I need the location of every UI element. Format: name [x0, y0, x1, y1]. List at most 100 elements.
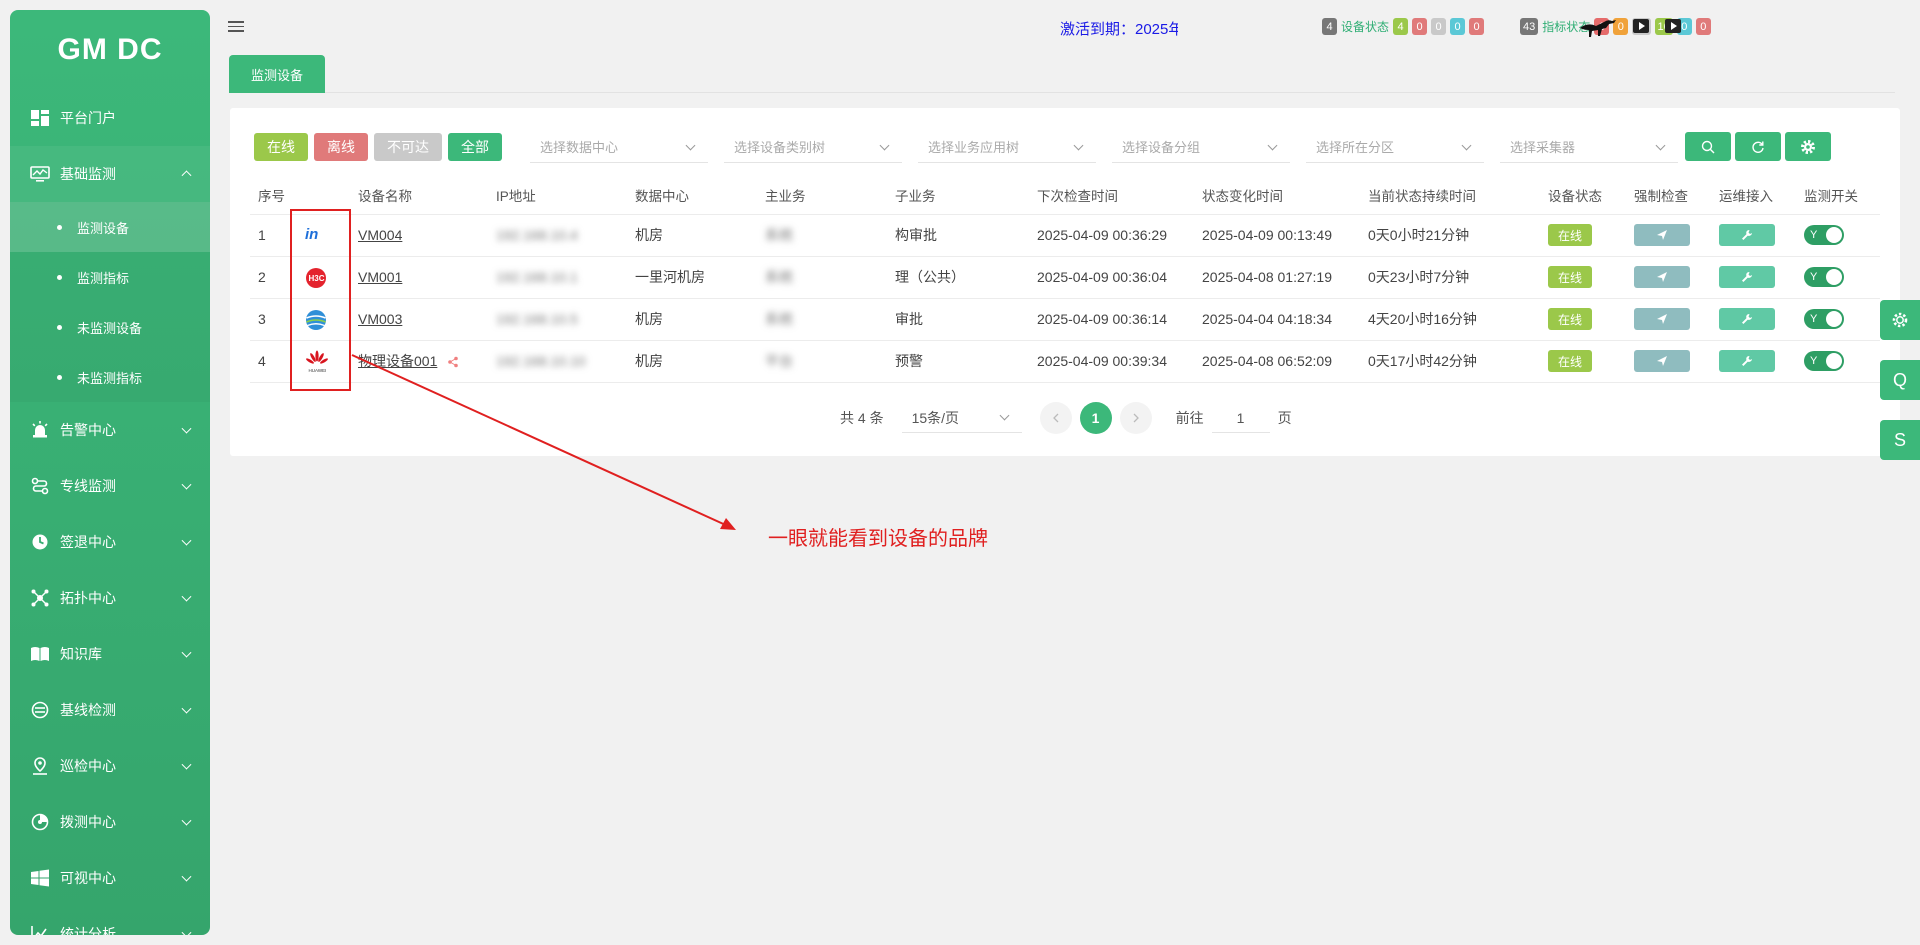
device-name-link[interactable]: VM001 — [358, 269, 402, 285]
ops-access-button[interactable] — [1719, 308, 1775, 330]
video-icon[interactable] — [1633, 19, 1649, 33]
dinosaur-logo-icon[interactable] — [1578, 16, 1618, 38]
status-duration: 0天23小时7分钟 — [1360, 256, 1540, 299]
sidebar-item-statistics[interactable]: 统计分析 — [10, 906, 210, 935]
column-header: IP地址 — [488, 176, 627, 215]
filter-unreachable-button[interactable]: 不可达 — [374, 133, 442, 161]
search-icon — [1701, 140, 1715, 153]
sidebar-subitem-monitored-devices[interactable]: 监测设备 — [10, 202, 210, 252]
tab-monitored-devices[interactable]: 监测设备 — [229, 55, 325, 93]
bullet-icon — [57, 324, 62, 330]
sidebar-item-dial[interactable]: 拨测中心 — [10, 794, 210, 850]
ops-access-button[interactable] — [1719, 224, 1775, 246]
refresh-button[interactable] — [1735, 132, 1781, 161]
sidebar-item-topology[interactable]: 拓扑中心 — [10, 570, 210, 626]
column-header: 当前状态持续时间 — [1360, 176, 1540, 215]
goto-page-input[interactable]: 1 — [1211, 403, 1270, 433]
filter-online-button[interactable]: 在线 — [254, 133, 308, 161]
sidebar-item-label: 告警中心 — [60, 422, 116, 438]
chevron-down-icon — [879, 140, 890, 151]
force-check-button[interactable] — [1634, 266, 1690, 288]
sidebar-item-inspection[interactable]: 巡检中心 — [10, 738, 210, 794]
partition-select[interactable]: 选择所在分区 — [1306, 131, 1484, 163]
status-badge: 在线 — [1548, 266, 1592, 288]
top-bar: 激活到期：2025年 4 设备状态 4 0 0 0 0 43 指标状态 6 0 … — [210, 0, 1920, 55]
business-app-select[interactable]: 选择业务应用树 — [918, 131, 1096, 163]
next-page-button[interactable] — [1119, 402, 1152, 434]
metric-count-6: 0 — [1695, 18, 1711, 35]
filter-all-button[interactable]: 全部 — [448, 133, 502, 161]
device-group-select[interactable]: 选择设备分组 — [1112, 131, 1290, 163]
chevron-down-icon — [181, 647, 192, 658]
video-icon[interactable] — [1665, 19, 1681, 33]
monitor-switch-toggle[interactable]: Y — [1804, 309, 1844, 329]
page-number-button[interactable]: 1 — [1079, 402, 1112, 434]
location-icon — [30, 756, 50, 776]
status-change-time: 2025-04-09 00:13:49 — [1194, 214, 1360, 257]
metric-total-badge: 43 — [1520, 18, 1539, 35]
sidebar-item-portal[interactable]: 平台门户 — [10, 90, 210, 146]
sidebar-subitem-unmonitored-metrics[interactable]: 未监测指标 — [10, 352, 210, 402]
device-name-link[interactable]: VM004 — [358, 227, 402, 243]
device-panel: 在线 离线 不可达 全部 选择数据中心 选择设备类别树 选择业务应用树 选择设备… — [230, 108, 1900, 456]
force-check-button[interactable] — [1634, 350, 1690, 372]
datacenter: 机房 — [627, 340, 757, 383]
column-header: 主业务 — [757, 176, 887, 215]
sidebar-item-visual[interactable]: 可视中心 — [10, 850, 210, 906]
toggle-label: Y — [1810, 271, 1818, 283]
table-row: 3 VM003 192.168.10.5 机房 系统 审批 2025-04-09… — [250, 298, 1880, 341]
ops-access-button[interactable] — [1719, 350, 1775, 372]
datacenter-select[interactable]: 选择数据中心 — [530, 131, 708, 163]
status-change-time: 2025-04-08 01:27:19 — [1194, 256, 1360, 299]
sidebar-item-basic-monitor[interactable]: 基础监测 — [10, 146, 210, 202]
sidebar-item-line-monitor[interactable]: 专线监测 — [10, 458, 210, 514]
page-size-select[interactable]: 15条/页 — [901, 403, 1022, 433]
device-count-unreachable: 0 — [1431, 18, 1447, 35]
device-name-link[interactable]: VM003 — [358, 311, 402, 327]
ip-address: 192.168.10.4 — [496, 227, 578, 243]
main-business: 平台 — [765, 353, 793, 369]
monitor-switch-toggle[interactable]: Y — [1804, 225, 1844, 245]
sidebar: GM DC 平台门户 基础监测 监测设备 监测指标 未监测设备 未监测指标 告警… — [10, 10, 210, 935]
floating-settings-button[interactable] — [1880, 300, 1920, 340]
chart-icon — [30, 924, 50, 935]
prev-page-button[interactable] — [1039, 402, 1072, 434]
collector-select[interactable]: 选择采集器 — [1500, 131, 1678, 163]
annotation-highlight-box — [290, 209, 351, 391]
sidebar-subitem-monitored-metrics[interactable]: 监测指标 — [10, 252, 210, 302]
force-check-button[interactable] — [1634, 308, 1690, 330]
sidebar-item-knowledge[interactable]: 知识库 — [10, 626, 210, 682]
device-name-link[interactable]: 物理设备001 — [358, 353, 437, 369]
search-button[interactable] — [1685, 132, 1731, 161]
sidebar-item-signout[interactable]: 签退中心 — [10, 514, 210, 570]
monitor-switch-toggle[interactable]: Y — [1804, 351, 1844, 371]
gear-icon — [1892, 312, 1908, 328]
monitor-switch-toggle[interactable]: Y — [1804, 267, 1844, 287]
floating-s-button[interactable]: S — [1880, 420, 1920, 460]
book-icon — [30, 644, 50, 664]
sidebar-item-baseline[interactable]: 基线检测 — [10, 682, 210, 738]
settings-button[interactable] — [1785, 132, 1831, 161]
ops-access-button[interactable] — [1719, 266, 1775, 288]
device-category-select[interactable]: 选择设备类别树 — [724, 131, 902, 163]
share-icon[interactable] — [447, 356, 459, 368]
goto-label: 前往 — [1175, 410, 1204, 426]
status-duration: 0天17小时42分钟 — [1360, 340, 1540, 383]
sidebar-subitem-unmonitored-devices[interactable]: 未监测设备 — [10, 302, 210, 352]
route-icon — [30, 476, 50, 496]
wrench-icon — [1742, 356, 1752, 366]
datacenter: 机房 — [627, 298, 757, 341]
device-status-summary[interactable]: 4 设备状态 4 0 0 0 0 — [1322, 18, 1488, 35]
sidebar-item-alarm[interactable]: 告警中心 — [10, 402, 210, 458]
toggle-label: Y — [1810, 313, 1818, 325]
send-icon — [1657, 230, 1667, 240]
filter-offline-button[interactable]: 离线 — [314, 133, 368, 161]
force-check-button[interactable] — [1634, 224, 1690, 246]
floating-q-button[interactable]: Q — [1880, 360, 1920, 400]
menu-collapse-icon[interactable] — [228, 21, 244, 33]
sidebar-subitem-label: 未监测指标 — [77, 370, 143, 386]
clock-icon — [30, 532, 50, 552]
device-count-online: 4 — [1393, 18, 1409, 35]
next-check-time: 2025-04-09 00:36:04 — [1029, 256, 1194, 299]
table-row: 1 in VM004 192.168.10.4 机房 系统 构审批 2025-0… — [250, 214, 1880, 257]
